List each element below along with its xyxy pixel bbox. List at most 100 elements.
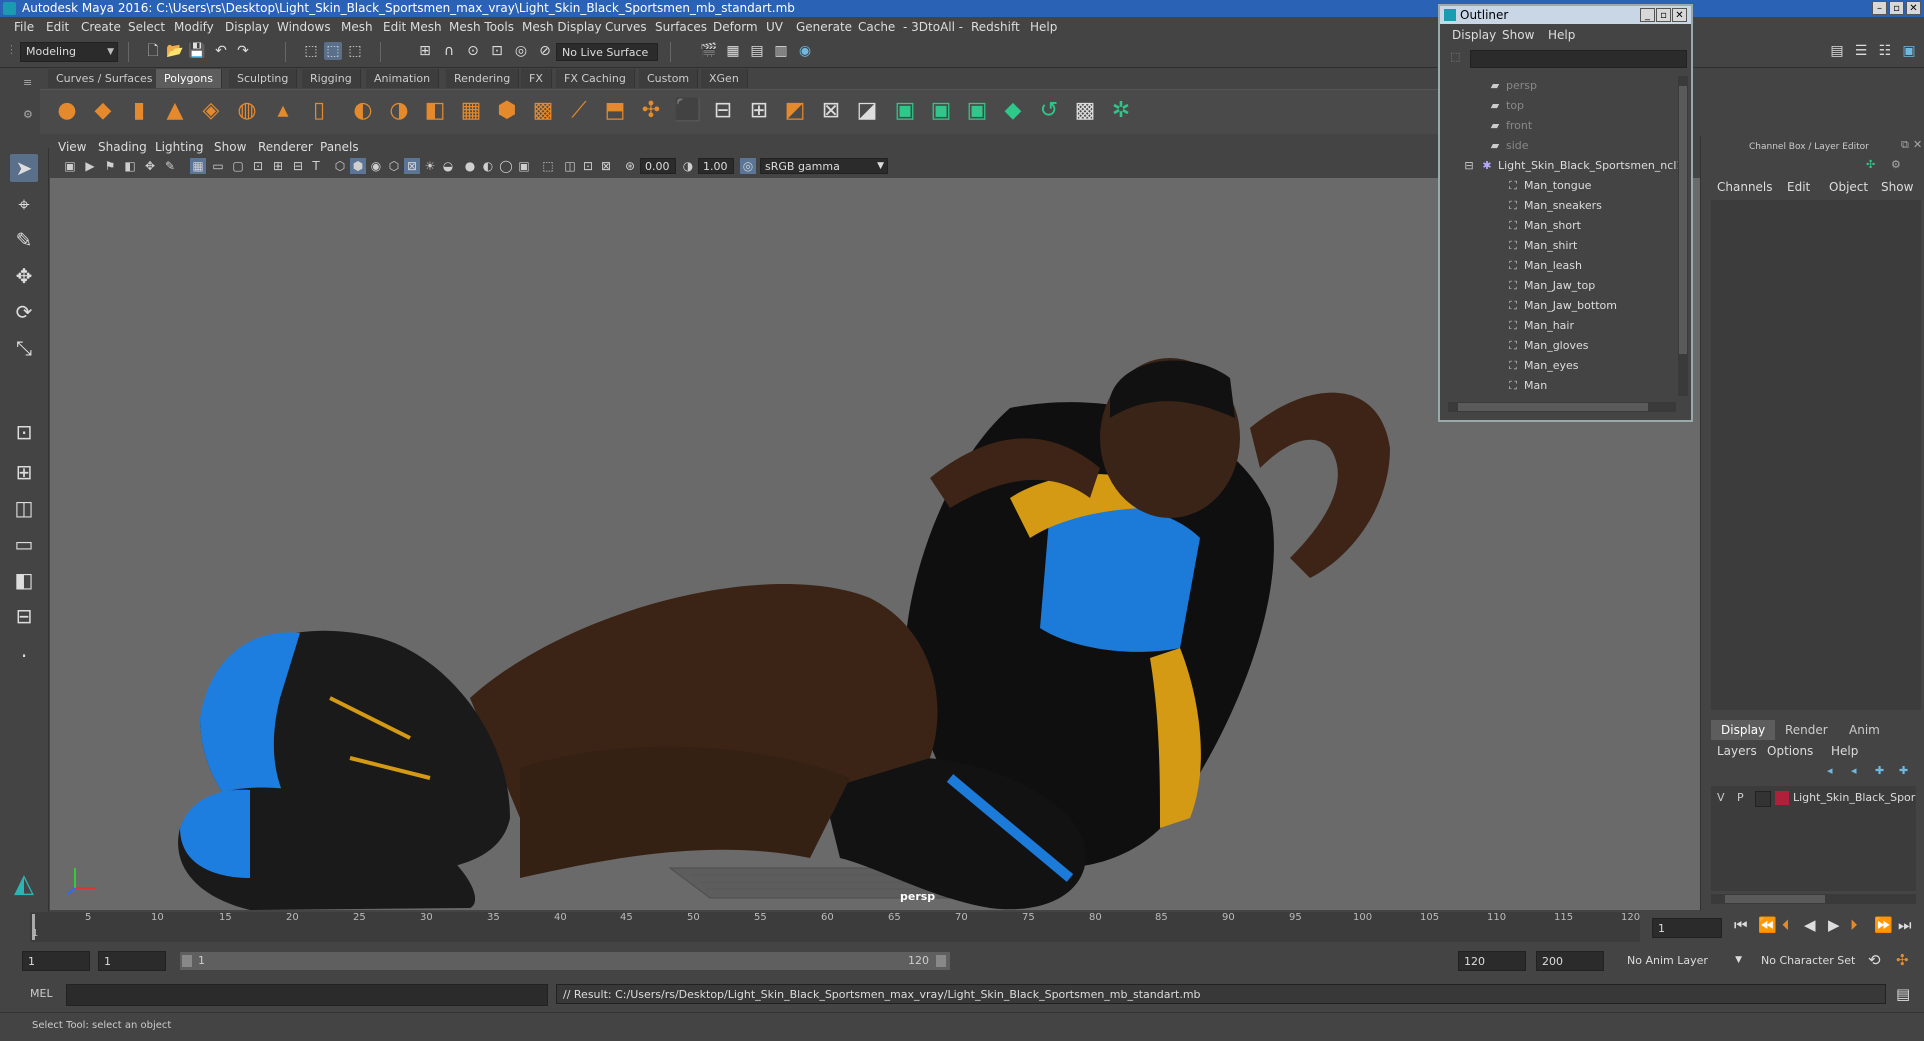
shelf-tab-animation[interactable]: Animation — [366, 69, 440, 88]
boolean-icon[interactable]: ⬢ — [494, 98, 520, 124]
shelf-tab-xgen[interactable]: XGen — [701, 69, 748, 88]
gamma-icon[interactable]: ◑ — [680, 158, 696, 174]
channel-box-attr-icon[interactable]: ✣ — [1866, 158, 1875, 171]
depth-of-field-icon[interactable]: ▣ — [516, 158, 532, 174]
menu-3dtoall[interactable]: - 3DtoAll - — [903, 20, 963, 34]
select-hierarchy-icon[interactable]: ⬚ — [302, 42, 320, 60]
menu-uv[interactable]: UV — [766, 20, 783, 34]
grease-pencil-icon[interactable]: ✎ — [162, 158, 178, 174]
layer-row[interactable]: V P Light_Skin_Black_Spor — [1711, 788, 1916, 808]
shelf-menu-icon[interactable]: ≡ — [23, 76, 32, 89]
playback-start-field[interactable]: 1 — [98, 951, 166, 971]
workspace-icon[interactable]: ▤ — [1828, 42, 1846, 60]
menu-mesh-display[interactable]: Mesh Display — [522, 20, 602, 34]
new-layer-selected-icon[interactable]: ✚ — [1899, 764, 1908, 777]
bookmark-icon[interactable]: ⚑ — [102, 158, 118, 174]
step-forward-key-icon[interactable]: ⏩ — [1874, 916, 1893, 934]
custom-tool-4-icon[interactable]: ◆ — [1000, 98, 1026, 124]
snap-grid-icon[interactable]: ⊞ — [416, 42, 434, 60]
single-perspective-layout-icon[interactable]: ⊡ — [10, 418, 38, 446]
redo-icon[interactable]: ↷ — [234, 42, 252, 60]
append-icon[interactable]: ⬛ — [674, 98, 701, 124]
panel-menu-show[interactable]: Show — [214, 140, 246, 154]
outliner-vertical-scrollbar[interactable] — [1678, 76, 1688, 396]
safe-title-icon[interactable]: T — [308, 158, 324, 174]
image-plane-icon[interactable]: ◧ — [122, 158, 138, 174]
auto-key-icon[interactable]: ⟲ — [1868, 951, 1881, 969]
range-start-handle[interactable] — [182, 955, 192, 967]
channel-box-icon[interactable]: ▣ — [1900, 42, 1918, 60]
menu-mesh-tools[interactable]: Mesh Tools — [449, 20, 514, 34]
uv-editor-icon[interactable]: ⊠ — [818, 98, 844, 124]
safe-action-icon[interactable]: ⊟ — [290, 158, 306, 174]
channel-menu-show[interactable]: Show — [1881, 180, 1913, 194]
combine-icon[interactable]: ◐ — [350, 98, 376, 124]
start-time-field[interactable]: 1 — [22, 951, 90, 971]
anim-layer-select[interactable]: No Anim Layer ▼ — [1622, 951, 1746, 971]
filter-icon[interactable]: ⬚ — [1450, 50, 1460, 63]
range-end-handle[interactable] — [936, 955, 946, 967]
outliner-menu-show[interactable]: Show — [1502, 28, 1534, 42]
shelf-tab-rendering[interactable]: Rendering — [446, 69, 520, 88]
outliner-layout-icon[interactable]: ▭ — [10, 530, 38, 558]
open-scene-icon[interactable]: 📂 — [166, 42, 184, 60]
live-surface-field[interactable]: No Live Surface — [556, 43, 658, 61]
panel-menu-panels[interactable]: Panels — [320, 140, 359, 154]
film-gate-icon[interactable]: ▭ — [210, 158, 226, 174]
channel-box-settings-icon[interactable]: ⚙ — [1891, 158, 1901, 171]
layer-horizontal-scrollbar[interactable] — [1711, 894, 1916, 904]
layer-name[interactable]: Light_Skin_Black_Spor — [1793, 791, 1915, 804]
panel-menu-shading[interactable]: Shading — [98, 140, 147, 154]
move-tool-icon[interactable]: ✥ — [10, 262, 38, 290]
insert-edge-loop-icon[interactable]: ⊞ — [746, 98, 772, 124]
shelf-tab-polygons[interactable]: Polygons — [156, 69, 222, 88]
play-forwards-icon[interactable]: ▶ — [1828, 916, 1840, 934]
outliner-maximize-button[interactable]: ▫ — [1656, 8, 1671, 22]
custom-tool-5-icon[interactable]: ↺ — [1036, 98, 1062, 124]
minimize-button[interactable]: – — [1872, 1, 1887, 15]
menu-select[interactable]: Select — [128, 20, 165, 34]
graph-layout-icon[interactable]: ◧ — [10, 566, 38, 594]
poly-cube-icon[interactable]: ◆ — [90, 98, 116, 124]
screen-space-ao-icon[interactable]: ● — [462, 158, 478, 174]
shelf-tab-fx[interactable]: FX — [521, 69, 552, 88]
lasso-tool-icon[interactable]: ⌖ — [10, 190, 38, 218]
exposure-icon[interactable]: ⊛ — [622, 158, 638, 174]
panel-menu-renderer[interactable]: Renderer — [258, 140, 313, 154]
render-view-icon[interactable]: 🎬 — [700, 42, 718, 60]
outliner-item-group[interactable]: ⊟ ✱ Light_Skin_Black_Sportsmen_ncl1 — [1462, 156, 1697, 176]
layer-scroll-thumb[interactable] — [1725, 895, 1825, 903]
resolution-gate-icon[interactable]: ▢ — [230, 158, 246, 174]
bevel-icon[interactable]: ⟋ — [566, 98, 592, 124]
two-d-pan-icon[interactable]: ✥ — [142, 158, 158, 174]
ipr-render-icon[interactable]: ▤ — [748, 42, 766, 60]
close-button[interactable]: ✕ — [1906, 1, 1921, 15]
outliner-close-button[interactable]: ✕ — [1672, 8, 1687, 22]
render-frame-icon[interactable]: ▦ — [724, 42, 742, 60]
custom-tool-6-icon[interactable]: ▩ — [1072, 98, 1098, 124]
menu-redshift[interactable]: Redshift — [971, 20, 1020, 34]
select-component-icon[interactable]: ⬚ — [346, 42, 364, 60]
poly-cylinder-icon[interactable]: ▮ — [126, 98, 152, 124]
custom-tool-2-icon[interactable]: ▣ — [928, 98, 954, 124]
menu-display[interactable]: Display — [225, 20, 269, 34]
step-back-key-icon[interactable]: ⏪ — [1758, 916, 1777, 934]
time-slider[interactable]: 1 5 10 15 20 25 30 35 40 45 50 55 60 65 … — [30, 912, 1640, 942]
motion-blur-icon[interactable]: ◐ — [480, 158, 496, 174]
layer-color-swatch[interactable] — [1775, 791, 1789, 805]
layer-tab-anim[interactable]: Anim — [1839, 720, 1890, 740]
textured-icon[interactable]: ⊠ — [404, 158, 420, 174]
custom-tool-1-icon[interactable]: ▣ — [892, 98, 918, 124]
panel-menu-view[interactable]: View — [58, 140, 86, 154]
snap-view-icon[interactable]: ⊡ — [488, 42, 506, 60]
layer-visibility-toggle[interactable]: V — [1717, 791, 1725, 804]
poly-cone-icon[interactable]: ▲ — [162, 98, 188, 124]
step-back-frame-icon[interactable]: ⏴ — [1782, 916, 1790, 934]
scale-tool-icon[interactable]: ⤡ — [10, 334, 38, 362]
shadows-icon[interactable]: ◒ — [440, 158, 456, 174]
hypershade-layout-icon[interactable]: ⊟ — [10, 602, 38, 630]
shelf-tab-curves-surfaces[interactable]: Curves / Surfaces — [48, 69, 162, 88]
current-frame-field[interactable]: 1 — [1652, 918, 1722, 938]
mirror-icon[interactable]: ▩ — [530, 98, 556, 124]
menu-edit-mesh[interactable]: Edit Mesh — [383, 20, 442, 34]
